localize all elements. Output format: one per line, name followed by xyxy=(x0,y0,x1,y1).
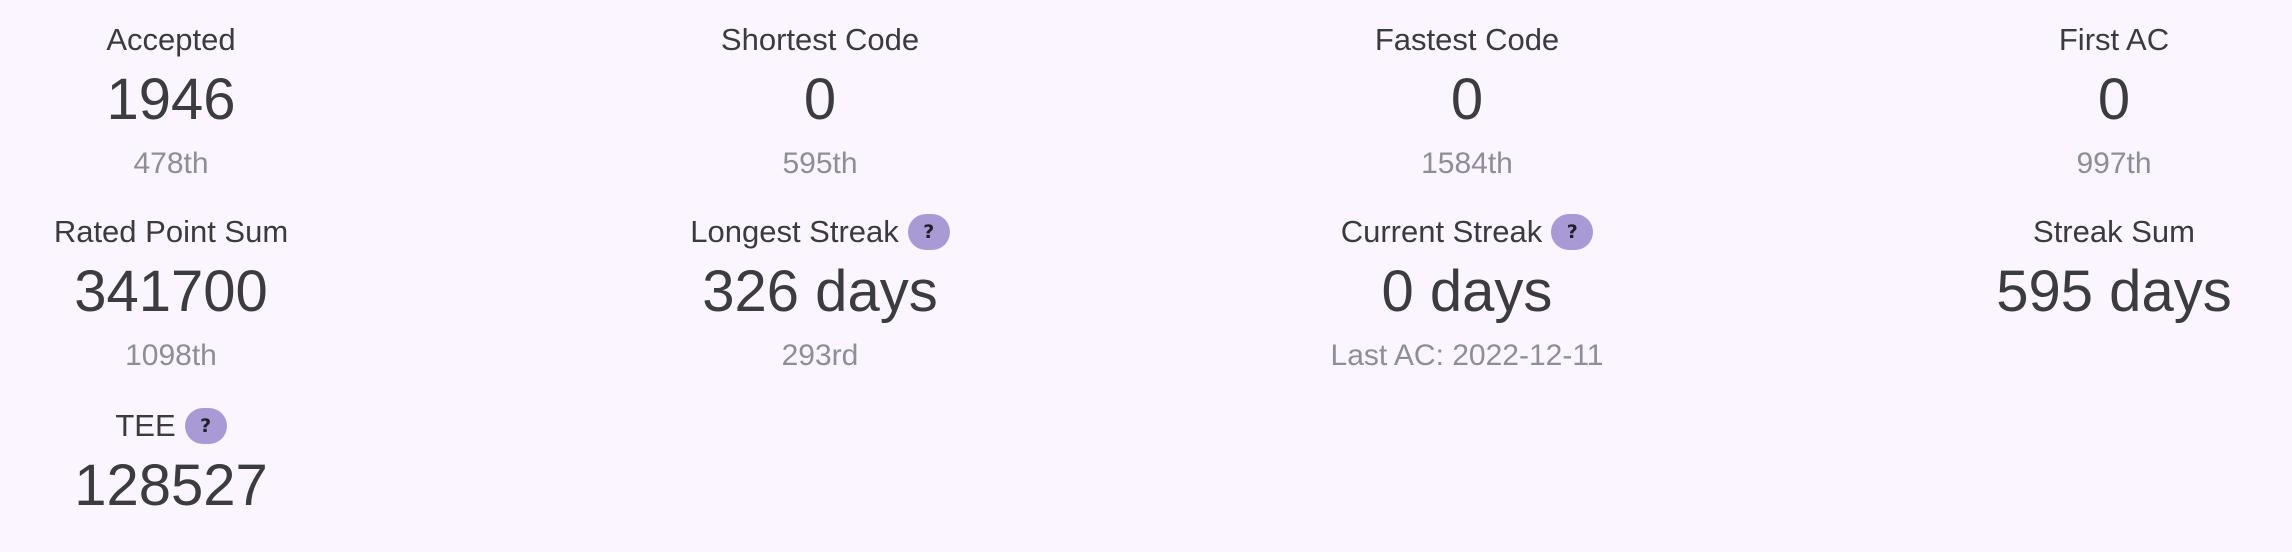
stat-rank: 997th xyxy=(2076,147,2152,180)
stat-label: Streak Sum xyxy=(2033,214,2195,249)
stat-value: 1946 xyxy=(106,67,236,132)
stat-shortest-code: Shortest Code 0 595th xyxy=(570,18,1070,186)
stat-current-streak: Current Streak ? 0 days Last AC: 2022-12… xyxy=(1217,210,1717,378)
stat-value: 341700 xyxy=(74,259,268,324)
last-ac-date: Last AC: 2022-12-11 xyxy=(1330,339,1604,372)
stat-longest-streak: Longest Streak ? 326 days 293rd xyxy=(570,210,1070,378)
question-mark-icon[interactable]: ? xyxy=(1551,214,1594,250)
stat-label: Longest Streak ? xyxy=(570,210,1070,254)
stat-value: 128527 xyxy=(74,453,268,518)
stat-label: Rated Point Sum xyxy=(53,214,289,249)
stat-rank: 478th xyxy=(133,147,209,180)
stat-value: 0 days xyxy=(1381,259,1553,324)
stat-streak-sum: Streak Sum 595 days xyxy=(1864,210,2292,328)
stat-value: 0 xyxy=(803,67,837,132)
stat-value: 326 days xyxy=(702,259,938,324)
stat-rank: 1584th xyxy=(1421,147,1513,180)
stat-tee: TEE ? 128527 xyxy=(0,404,421,522)
stat-rank: 293rd xyxy=(781,339,859,372)
stat-value: 0 xyxy=(2097,67,2131,132)
question-mark-icon[interactable]: ? xyxy=(907,214,950,250)
stat-label: Shortest Code xyxy=(720,22,920,57)
stat-label: Accepted xyxy=(106,22,236,57)
stat-label: TEE ? xyxy=(0,404,421,448)
stat-fastest-code: Fastest Code 0 1584th xyxy=(1217,18,1717,186)
stat-accepted: Accepted 1946 478th xyxy=(0,18,421,186)
stat-rank: 1098th xyxy=(125,339,217,372)
stat-label: First AC xyxy=(2058,22,2170,57)
stat-label: Current Streak ? xyxy=(1217,210,1717,254)
stat-value: 595 days xyxy=(1996,259,2232,324)
stat-rank: 595th xyxy=(782,147,858,180)
stat-first-ac: First AC 0 997th xyxy=(1864,18,2292,186)
stat-rated-point-sum: Rated Point Sum 341700 1098th xyxy=(0,210,421,378)
stat-label: Fastest Code xyxy=(1374,22,1560,57)
question-mark-icon[interactable]: ? xyxy=(184,408,227,444)
stat-value: 0 xyxy=(1450,67,1484,132)
